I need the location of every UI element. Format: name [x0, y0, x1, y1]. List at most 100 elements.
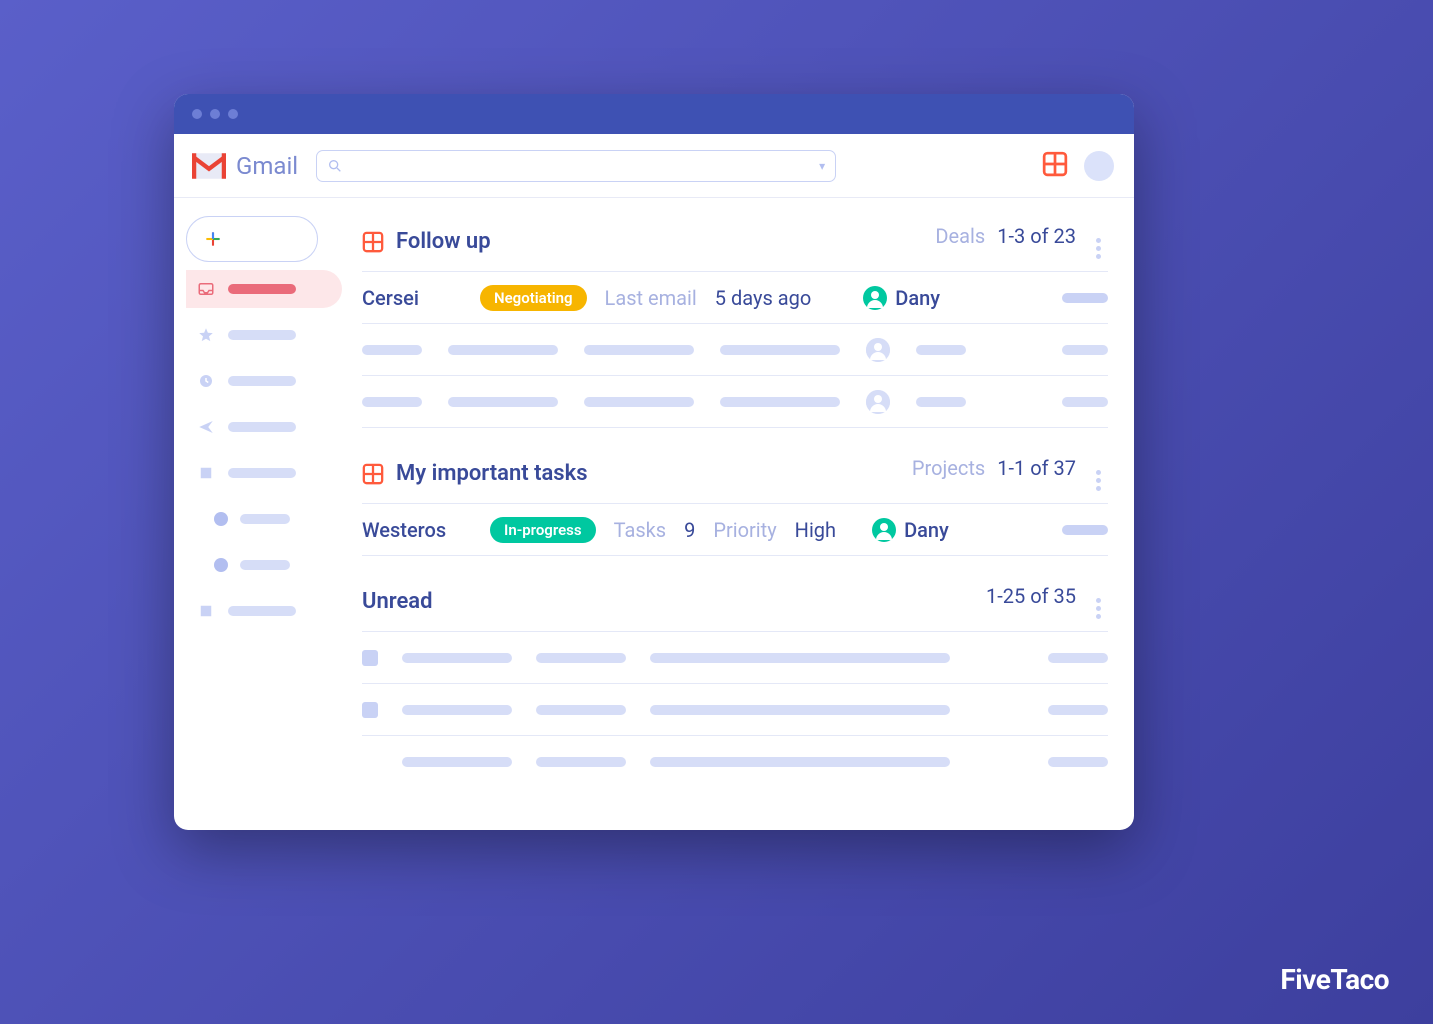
window-dot-zoom[interactable] — [228, 109, 238, 119]
project-name: Westeros — [362, 518, 472, 542]
square-icon — [196, 463, 216, 483]
status-chip: In-progress — [490, 517, 596, 543]
email-row[interactable] — [362, 632, 1108, 684]
email-row[interactable] — [362, 684, 1108, 736]
sidebar-item-label-1[interactable] — [186, 454, 342, 492]
assignee: Dany — [872, 518, 949, 542]
avatar-placeholder — [866, 338, 890, 362]
section-title: My important tasks — [396, 461, 588, 486]
inbox-icon — [196, 279, 216, 299]
sender-placeholder — [402, 757, 512, 767]
section-type-label: Deals — [935, 224, 985, 248]
sender-placeholder — [402, 653, 512, 663]
sidebar-item-label-2[interactable] — [186, 592, 342, 630]
app-grid-icon[interactable] — [1042, 151, 1068, 181]
window-titlebar — [174, 94, 1134, 134]
assignee-avatar-icon — [872, 518, 896, 542]
status-chip: Negotiating — [480, 285, 587, 311]
assignee-name: Dany — [895, 286, 940, 310]
section-title: Follow up — [396, 229, 491, 254]
gmail-logo: Gmail — [192, 152, 298, 180]
dot-icon — [214, 558, 228, 572]
sidebar-item-sent[interactable] — [186, 408, 342, 446]
section-menu-button[interactable] — [1088, 470, 1108, 491]
search-box[interactable]: ▾ — [316, 150, 836, 182]
app-name: Gmail — [236, 152, 298, 180]
deal-row-placeholder[interactable] — [362, 324, 1108, 376]
tasks-value: 9 — [684, 518, 695, 542]
main-content: Follow up Deals 1-3 of 23 Cersei Negotia… — [342, 198, 1134, 830]
app-window: Gmail ▾ — [174, 94, 1134, 830]
sidebar-item-snoozed[interactable] — [186, 362, 342, 400]
clock-icon — [196, 371, 216, 391]
section-icon — [362, 231, 384, 253]
sidebar-item-label — [228, 284, 296, 294]
search-dropdown-caret[interactable]: ▾ — [819, 159, 825, 173]
section-range: 1-3 of 23 — [997, 224, 1076, 248]
sidebar-item-label — [240, 514, 290, 524]
checkbox-icon[interactable] — [362, 702, 378, 718]
priority-label: Priority — [713, 518, 776, 542]
watermark: FiveTaco — [1280, 963, 1389, 996]
sender-placeholder — [402, 705, 512, 715]
sidebar-item-label — [228, 468, 296, 478]
window-dot-minimize[interactable] — [210, 109, 220, 119]
date-placeholder — [1048, 705, 1108, 715]
section-menu-button[interactable] — [1088, 598, 1108, 619]
sidebar-item-starred[interactable] — [186, 316, 342, 354]
section-range: 1-1 of 37 — [997, 456, 1076, 480]
sidebar-item-inbox[interactable] — [186, 270, 342, 308]
sidebar — [174, 198, 342, 830]
section-range: 1-25 of 35 — [986, 584, 1076, 608]
snippet-placeholder — [650, 757, 950, 767]
section-title: Unread — [362, 589, 433, 614]
user-avatar[interactable] — [1084, 151, 1114, 181]
compose-button[interactable] — [186, 216, 318, 262]
section-type-label: Projects — [912, 456, 985, 480]
plus-icon — [203, 229, 223, 249]
project-row[interactable]: Westeros In-progress Tasks 9 Priority Hi… — [362, 504, 1108, 556]
row-placeholder — [1062, 293, 1108, 303]
search-input[interactable] — [351, 158, 811, 174]
assignee-avatar-icon — [863, 286, 887, 310]
snippet-placeholder — [650, 705, 950, 715]
sidebar-item-label — [228, 606, 296, 616]
star-icon — [196, 325, 216, 345]
deal-row[interactable]: Cersei Negotiating Last email 5 days ago… — [362, 272, 1108, 324]
checkbox-icon[interactable] — [362, 754, 378, 770]
sidebar-item-label — [240, 560, 290, 570]
subject-placeholder — [536, 757, 626, 767]
dot-icon — [214, 512, 228, 526]
section-icon — [362, 463, 384, 485]
sidebar-item-label — [228, 330, 296, 340]
row-placeholder — [1062, 525, 1108, 535]
priority-value: High — [795, 518, 836, 542]
snippet-placeholder — [650, 653, 950, 663]
checkbox-icon[interactable] — [362, 650, 378, 666]
subject-placeholder — [536, 653, 626, 663]
topbar: Gmail ▾ — [174, 134, 1134, 198]
square-icon — [196, 601, 216, 621]
section-follow-up: Follow up Deals 1-3 of 23 Cersei Negotia… — [362, 218, 1108, 428]
section-menu-button[interactable] — [1088, 238, 1108, 259]
search-icon — [327, 158, 343, 174]
date-placeholder — [1048, 757, 1108, 767]
deal-row-placeholder[interactable] — [362, 376, 1108, 428]
assignee-name: Dany — [904, 518, 949, 542]
send-icon — [196, 417, 216, 437]
sidebar-subitem-2[interactable] — [186, 546, 342, 584]
subject-placeholder — [536, 705, 626, 715]
meta-value: 5 days ago — [715, 286, 811, 310]
gmail-icon — [192, 153, 226, 179]
assignee: Dany — [863, 286, 940, 310]
meta-label: Last email — [605, 286, 697, 310]
section-tasks: My important tasks Projects 1-1 of 37 We… — [362, 450, 1108, 556]
section-unread: Unread 1-25 of 35 — [362, 578, 1108, 788]
email-row[interactable] — [362, 736, 1108, 788]
window-dot-close[interactable] — [192, 109, 202, 119]
avatar-placeholder — [866, 390, 890, 414]
deal-name: Cersei — [362, 286, 462, 310]
sidebar-subitem-1[interactable] — [186, 500, 342, 538]
sidebar-item-label — [228, 376, 296, 386]
sidebar-item-label — [228, 422, 296, 432]
